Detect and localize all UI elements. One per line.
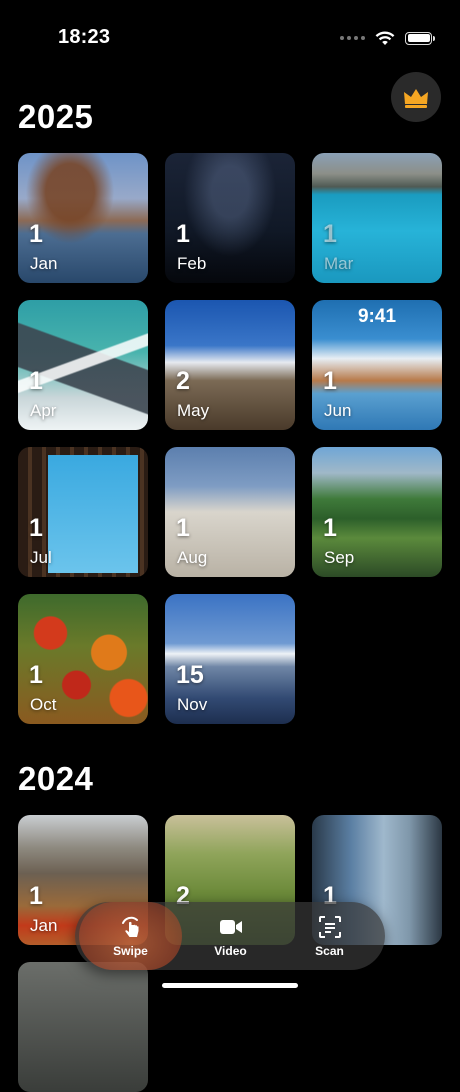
tab-scan[interactable]: Scan bbox=[278, 902, 381, 970]
month-tile-jul-2025[interactable]: 1 Jul bbox=[18, 447, 148, 577]
scan-document-icon bbox=[318, 916, 341, 938]
status-bar: 18:23 bbox=[0, 0, 460, 70]
tile-count: 1 bbox=[29, 661, 43, 689]
month-tile-may-2025[interactable]: 2 May bbox=[165, 300, 295, 430]
month-tile-next-row[interactable] bbox=[18, 962, 148, 1092]
month-tile-feb-2025[interactable]: 1 Feb bbox=[165, 153, 295, 283]
status-time: 18:23 bbox=[58, 26, 111, 48]
tile-month: Feb bbox=[177, 254, 207, 273]
tile-count: 1 bbox=[176, 514, 190, 542]
month-tile-sep-2025[interactable]: 1 Sep bbox=[312, 447, 442, 577]
battery-icon bbox=[405, 31, 435, 45]
tile-month: Jul bbox=[30, 548, 52, 567]
month-tile-apr-2025[interactable]: 1 Apr bbox=[18, 300, 148, 430]
tab-video-label: Video bbox=[214, 944, 247, 958]
grid-2025: 1 Jan 1 Feb 1 Mar 1 Apr 2 May 9:41 1 Jun… bbox=[18, 153, 442, 724]
tile-count: 1 bbox=[323, 367, 337, 395]
premium-crown-button[interactable] bbox=[391, 72, 441, 122]
tile-count: 1 bbox=[29, 514, 43, 542]
tab-swipe-label: Swipe bbox=[113, 944, 148, 958]
crown-icon bbox=[404, 89, 428, 108]
tile-overlay-clock: 9:41 bbox=[357, 306, 397, 327]
tab-scan-label: Scan bbox=[315, 944, 344, 958]
tile-count: 1 bbox=[29, 220, 43, 248]
month-tile-jan-2025[interactable]: 1 Jan bbox=[18, 153, 148, 283]
tile-month: Jan bbox=[30, 916, 58, 935]
tile-month: May bbox=[177, 401, 210, 420]
tile-month: Apr bbox=[30, 401, 57, 420]
bottom-tab-bar: Swipe Video Scan bbox=[75, 902, 385, 970]
tile-month: Jun bbox=[324, 401, 352, 420]
tab-swipe[interactable]: Swipe bbox=[79, 902, 182, 970]
video-camera-icon bbox=[219, 920, 242, 934]
month-tile-oct-2025[interactable]: 1 Oct bbox=[18, 594, 148, 724]
month-tile-jun-2025[interactable]: 9:41 1 Jun bbox=[312, 300, 442, 430]
tile-count: 1 bbox=[29, 882, 43, 910]
tile-month: Oct bbox=[30, 695, 57, 714]
tile-month: Nov bbox=[177, 695, 208, 714]
cellular-signal-icon bbox=[340, 36, 365, 40]
tile-count: 1 bbox=[323, 220, 337, 248]
month-tile-aug-2025[interactable]: 1 Aug bbox=[165, 447, 295, 577]
wifi-icon bbox=[375, 30, 395, 45]
tile-month: Jan bbox=[30, 254, 58, 273]
month-tile-mar-2025[interactable]: 1 Mar bbox=[312, 153, 442, 283]
month-tile-nov-2025[interactable]: 15 Nov bbox=[165, 594, 295, 724]
tile-count: 1 bbox=[29, 367, 43, 395]
tile-month: Aug bbox=[177, 548, 208, 567]
tile-count: 15 bbox=[176, 661, 204, 689]
tile-count: 1 bbox=[323, 514, 337, 542]
tab-video[interactable]: Video bbox=[179, 902, 282, 970]
status-icons bbox=[340, 28, 435, 48]
tile-count: 1 bbox=[176, 220, 190, 248]
section-title-2024: 2024 bbox=[18, 760, 94, 797]
tile-count: 2 bbox=[176, 367, 190, 395]
section-title-2025: 2025 bbox=[18, 98, 94, 135]
swipe-hand-icon bbox=[121, 916, 138, 937]
tile-month: Mar bbox=[324, 254, 354, 273]
home-indicator bbox=[162, 983, 298, 988]
tile-month: Sep bbox=[324, 548, 355, 567]
